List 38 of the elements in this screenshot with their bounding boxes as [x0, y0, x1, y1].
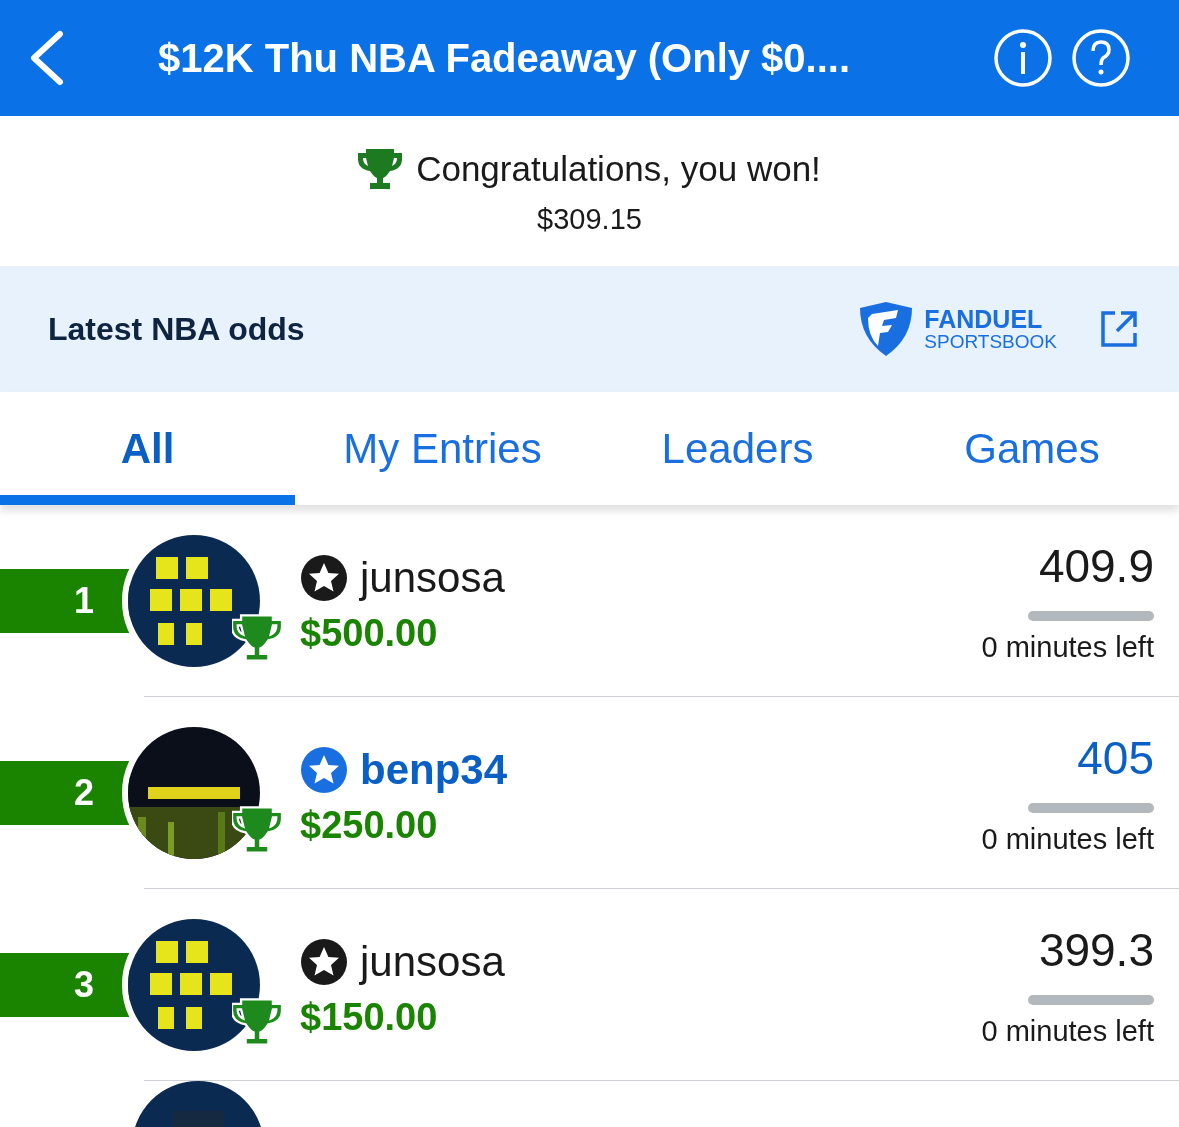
- brand-subtitle: SPORTSBOOK: [924, 332, 1057, 351]
- time-left: 0 minutes left: [981, 630, 1154, 664]
- trophy-icon: [232, 997, 282, 1047]
- rank-badge: 1: [0, 569, 130, 633]
- score: 399.3: [1038, 922, 1154, 977]
- entry-row[interactable]: 2 benp34 $250.00 405 0 minutes left: [0, 697, 1179, 889]
- username[interactable]: benp34: [360, 745, 508, 794]
- username[interactable]: junsosa: [360, 553, 505, 602]
- tab[interactable]: Games: [885, 392, 1179, 505]
- entry-row[interactable]: 3 junsosa $150.00 399.3 0 minutes left: [0, 889, 1179, 1081]
- score: 405: [1077, 730, 1154, 785]
- trophy-icon: [358, 146, 403, 191]
- tab[interactable]: All: [0, 392, 295, 505]
- tab[interactable]: Leaders: [590, 392, 885, 505]
- help-icon[interactable]: [1071, 28, 1131, 88]
- time-left: 0 minutes left: [981, 822, 1154, 856]
- entry-row[interactable]: 1 junsosa $500.00 409.9 0 minutes left: [0, 505, 1179, 697]
- trophy-icon: [232, 805, 282, 855]
- win-message: Congratulations, you won!: [416, 148, 821, 189]
- external-link-icon[interactable]: [1099, 309, 1139, 349]
- score: 409.9: [1038, 538, 1154, 593]
- info-icon[interactable]: [993, 28, 1053, 88]
- tab[interactable]: My Entries: [295, 392, 590, 505]
- username[interactable]: junsosa: [360, 937, 505, 986]
- shield-icon: [858, 302, 915, 356]
- back-icon[interactable]: [28, 30, 64, 86]
- prize-amount: $250.00: [300, 803, 439, 847]
- rank-badge: 3: [0, 953, 130, 1017]
- rank-badge: 2: [0, 761, 130, 825]
- win-amount: $309.15: [537, 202, 642, 236]
- prize-amount: $150.00: [300, 995, 439, 1039]
- odds-banner[interactable]: Latest NBA odds FANDUEL SPORTSBOOK: [0, 266, 1179, 392]
- contest-title: $12K Thu NBA Fadeaway (Only $0....: [158, 35, 852, 81]
- prize-amount: $500.00: [300, 611, 439, 655]
- trophy-icon: [232, 613, 282, 663]
- odds-title: Latest NBA odds: [48, 310, 306, 348]
- brand-name: FANDUEL: [924, 307, 1044, 332]
- time-left: 0 minutes left: [981, 1014, 1154, 1048]
